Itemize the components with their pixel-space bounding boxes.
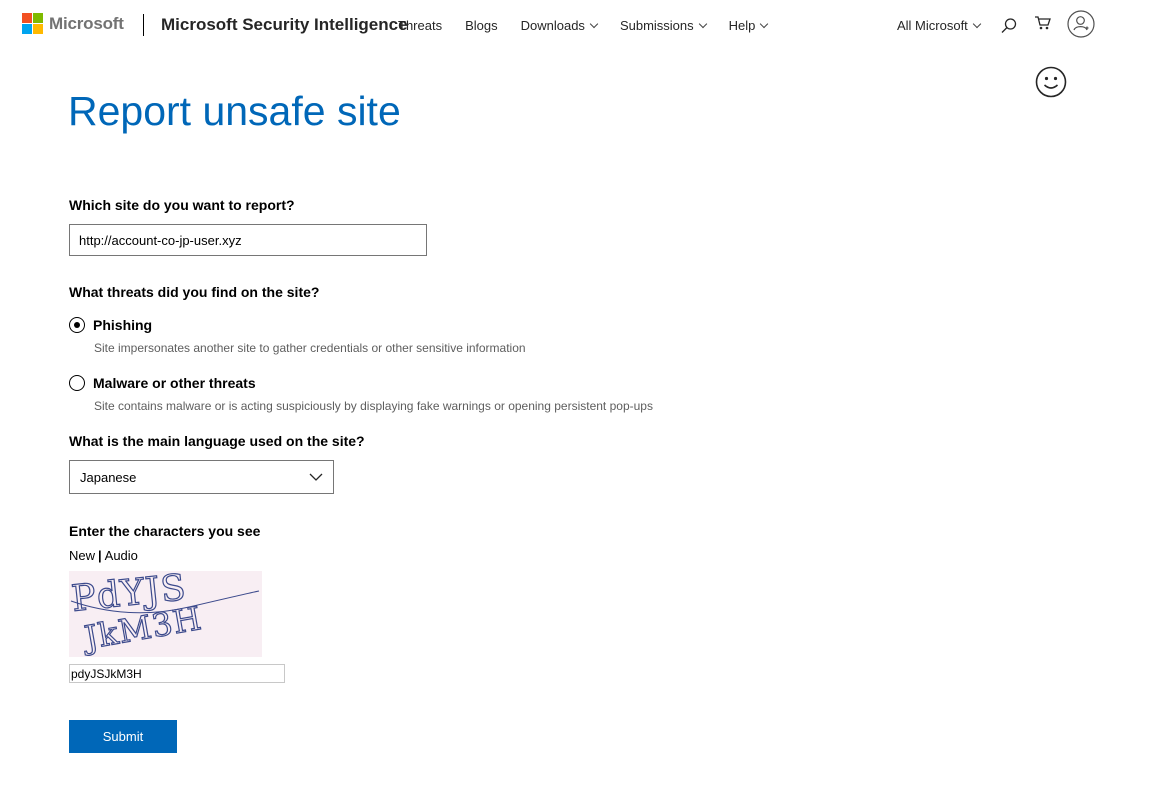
captcha-input[interactable] [69,664,285,683]
language-question-label: What is the main language used on the si… [69,433,365,449]
site-title[interactable]: Microsoft Security Intelligence [161,15,408,35]
header-divider [143,14,144,36]
captcha-audio-link[interactable]: Audio [105,548,138,563]
captcha-new-link[interactable]: New [69,548,95,563]
nav-help-label: Help [728,18,756,33]
chevron-down-icon [972,19,982,28]
nav-help[interactable]: Help [728,18,769,33]
main-nav: Threats Blogs Downloads Submissions Help [398,18,790,33]
microsoft-logo-icon [22,13,43,34]
phishing-radio[interactable] [69,317,85,333]
nav-submissions-label: Submissions [619,18,694,33]
nav-downloads-label: Downloads [520,18,585,33]
chevron-down-icon [760,19,769,28]
nav-threats-label: Threats [398,18,443,33]
site-header: Microsoft Microsoft Security Intelligenc… [0,0,1152,52]
chevron-down-icon [589,19,599,28]
captcha-links: New | Audio [69,548,138,563]
microsoft-logo[interactable]: Microsoft [22,13,124,34]
nav-threats[interactable]: Threats [398,18,442,33]
chevron-down-icon [698,19,707,28]
chevron-down-icon [308,469,324,488]
threats-question-label: What threats did you find on the site? [69,284,320,300]
cart-icon[interactable] [1034,15,1052,36]
search-icon[interactable] [1000,17,1018,40]
phishing-radio-option[interactable]: Phishing [69,317,152,333]
language-selected-value: Japanese [80,469,137,485]
captcha-link-separator: | [98,548,102,563]
account-icon[interactable] [1067,10,1095,43]
malware-label: Malware or other threats [93,375,256,391]
submit-button[interactable]: Submit [69,720,177,753]
malware-radio-option[interactable]: Malware or other threats [69,375,256,391]
nav-blogs-label: Blogs [465,18,498,33]
microsoft-wordmark: Microsoft [49,13,124,33]
nav-submissions[interactable]: Submissions [619,18,707,33]
captcha-label: Enter the characters you see [69,523,261,539]
phishing-label: Phishing [93,317,153,333]
page-title: Report unsafe site [68,88,401,134]
all-microsoft-menu[interactable]: All Microsoft [897,18,982,33]
phishing-description: Site impersonates another site to gather… [94,341,526,355]
all-microsoft-label: All Microsoft [897,18,968,33]
smiley-icon[interactable] [1035,66,1067,103]
site-question-label: Which site do you want to report? [69,197,295,213]
nav-downloads[interactable]: Downloads [520,18,599,33]
site-url-input[interactable] [69,224,427,256]
captcha-image: PdYJS JkM3H [69,567,262,658]
malware-radio[interactable] [69,375,85,391]
malware-description: Site contains malware or is acting suspi… [94,399,653,413]
nav-blogs[interactable]: Blogs [465,18,498,33]
language-select[interactable]: Japanese [69,460,334,494]
